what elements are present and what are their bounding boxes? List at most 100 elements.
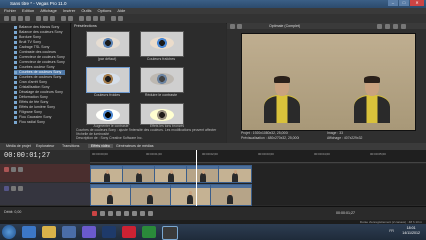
close-button[interactable]: ✕ (410, 0, 424, 6)
video-track-header-1[interactable] (0, 164, 90, 182)
system-clock[interactable]: 18:01 14/11/2012 (402, 226, 420, 236)
effect-icon (14, 75, 17, 79)
go-to-start-icon[interactable] (140, 211, 145, 216)
snapping-icon[interactable] (111, 16, 116, 21)
loop-icon[interactable] (100, 211, 105, 216)
video-clip[interactable] (210, 184, 252, 206)
app-icon[interactable] (122, 226, 136, 238)
undo-icon[interactable] (61, 16, 66, 21)
app-icon[interactable] (82, 226, 96, 238)
save-icon[interactable] (18, 16, 23, 21)
video-clip[interactable] (90, 165, 124, 183)
maximize-button[interactable]: □ (399, 0, 409, 6)
video-clip[interactable] (122, 165, 156, 183)
zoom-tool-icon[interactable] (100, 16, 105, 21)
ruler-tick: 00:00:02;00 (202, 152, 218, 156)
effect-icon (14, 55, 17, 59)
preview-properties-icon[interactable] (230, 23, 235, 29)
copy-snapshot-icon[interactable] (393, 23, 398, 29)
tab-media-generators[interactable]: Générateurs de médias (116, 144, 154, 148)
record-icon[interactable] (92, 211, 97, 216)
ruler-tick: 00:00:01;00 (146, 152, 162, 156)
internet-explorer-icon[interactable] (22, 226, 36, 238)
preset-thumbnail[interactable] (140, 31, 184, 57)
effect-icon (14, 85, 17, 89)
app-icon[interactable] (142, 226, 156, 238)
video-clip[interactable] (130, 184, 172, 206)
video-clip[interactable] (154, 165, 188, 183)
pause-icon[interactable] (124, 211, 129, 216)
effect-icon (14, 95, 17, 99)
playback-rate[interactable]: Débit: 0,00 (4, 210, 21, 214)
preset-thumbnail[interactable] (86, 67, 130, 93)
track-fx-icon[interactable] (4, 167, 9, 172)
tab-video-fx[interactable]: Effets vidéo (88, 144, 113, 148)
solo-icon[interactable] (18, 167, 23, 172)
play-icon[interactable] (116, 211, 121, 216)
open-icon[interactable] (11, 16, 16, 21)
effect-icon (14, 25, 17, 29)
render-icon[interactable] (25, 16, 30, 21)
vegas-pro-icon[interactable] (162, 226, 178, 240)
preset-thumbnail[interactable] (86, 31, 130, 57)
presets-panel: Présélections (par défaut) Couleurs fraî… (72, 23, 226, 143)
preset-thumbnail[interactable] (140, 67, 184, 93)
track-fx-icon[interactable] (4, 186, 9, 191)
effect-icon (14, 90, 17, 94)
stop-icon[interactable] (132, 211, 137, 216)
language-indicator[interactable]: FR (389, 229, 394, 233)
external-monitor-icon[interactable] (237, 23, 242, 29)
paste-icon[interactable] (50, 16, 55, 21)
play-from-start-icon[interactable] (108, 211, 113, 216)
start-button[interactable] (2, 225, 16, 239)
save-snapshot-icon[interactable] (401, 23, 406, 29)
preset-thumbnail[interactable] (86, 103, 130, 125)
overlays-icon[interactable] (385, 23, 390, 29)
video-clip[interactable] (186, 165, 220, 183)
tree-item[interactable]: Flou radial Sony (14, 120, 45, 125)
envelope-tool-icon[interactable] (86, 16, 91, 21)
copy-icon[interactable] (43, 16, 48, 21)
preview-info: Prévisualisation : 480x270x32, 25,000i (241, 136, 300, 140)
effect-icon (14, 50, 17, 54)
window-title: Sans titre * - Vegas Pro 11.0 (10, 1, 67, 6)
tab-transitions[interactable]: Transitions (62, 144, 79, 148)
solo-icon[interactable] (18, 186, 23, 191)
preset-thumbnail[interactable] (140, 103, 184, 125)
selection-tool-icon[interactable] (93, 16, 98, 21)
tab-explorer[interactable]: Explorateur (36, 144, 54, 148)
mute-icon[interactable] (11, 186, 16, 191)
effect-icon (14, 115, 17, 119)
mute-icon[interactable] (11, 167, 16, 172)
timeline-tracks[interactable] (90, 164, 426, 206)
file-explorer-icon[interactable] (42, 226, 56, 238)
preview-quality-select[interactable]: Optimale (Complet) (269, 24, 300, 28)
tab-project-media[interactable]: Média de projet (6, 144, 31, 148)
frame-info: Image : 33 (327, 131, 344, 135)
display-info: Affichage : 407x229x32 (327, 136, 363, 140)
record-time-status: Durée d'enregistrement (2 canaux) : 48 h… (359, 219, 422, 224)
effects-tree: Balance des blancs Sony Balance des coul… (0, 23, 71, 143)
effect-icon (14, 40, 17, 44)
normal-edit-tool-icon[interactable] (79, 16, 84, 21)
media-player-icon[interactable] (62, 226, 76, 238)
split-screen-icon[interactable] (377, 23, 382, 29)
video-clip[interactable] (90, 184, 132, 206)
timeline-ruler[interactable]: 00:00:00;00 00:00:01;00 00:00:02;00 00:0… (90, 150, 426, 163)
preset-author: Description de : Sony Creative Software … (76, 136, 143, 140)
project-info: Projet : 1920x1080x32, 25,000i (241, 131, 288, 135)
ruler-tick: 00:00:04;00 (314, 152, 330, 156)
video-clip[interactable] (218, 165, 252, 183)
new-project-icon[interactable] (4, 16, 9, 21)
playhead-cursor[interactable] (196, 150, 197, 208)
redo-icon[interactable] (68, 16, 73, 21)
go-to-end-icon[interactable] (148, 211, 153, 216)
photoshop-icon[interactable] (102, 226, 116, 238)
video-clip[interactable] (170, 184, 212, 206)
window-docking-tabs: Média de projet Explorateur Transitions … (0, 143, 426, 150)
cut-icon[interactable] (36, 16, 41, 21)
minimize-button[interactable]: – (388, 0, 398, 6)
auto-crossfade-icon[interactable] (118, 16, 123, 21)
video-track-header-2[interactable] (0, 183, 90, 205)
effect-icon (14, 60, 17, 64)
